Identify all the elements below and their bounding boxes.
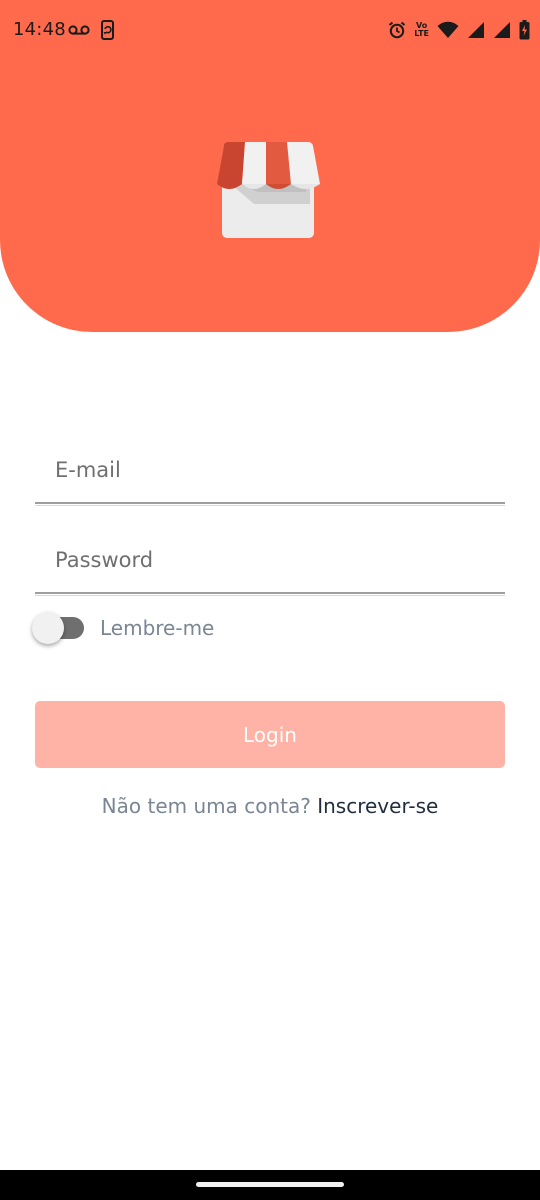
status-bar: 14:48 Vo LTE (0, 0, 540, 60)
signup-question: Não tem uma conta? (101, 794, 318, 818)
signup-link[interactable]: Inscrever-se (317, 794, 438, 818)
email-underline (35, 502, 505, 504)
alarm-icon (388, 21, 406, 39)
battery-charging-icon (519, 20, 530, 40)
password-field[interactable] (35, 526, 505, 596)
volte-bottom-text: LTE (414, 29, 429, 38)
home-indicator[interactable] (196, 1182, 344, 1187)
password-input[interactable] (35, 526, 505, 592)
voicemail-icon (68, 23, 90, 37)
phone-sync-icon (100, 20, 116, 40)
email-field[interactable] (35, 436, 505, 506)
store-icon (214, 140, 324, 242)
wifi-icon (437, 21, 459, 39)
remember-me-switch[interactable] (30, 610, 86, 646)
signal-icon (493, 21, 511, 39)
volte-icon: Vo LTE (414, 22, 429, 38)
remember-me-row: Lembre-me (30, 610, 290, 646)
status-time: 14:48 (13, 19, 66, 40)
email-input[interactable] (35, 436, 505, 502)
email-underline-shadow (35, 505, 505, 506)
navigation-bar (0, 1170, 540, 1200)
remember-me-label: Lembre-me (100, 616, 215, 640)
switch-thumb[interactable] (32, 612, 64, 644)
login-button[interactable]: Login (35, 701, 505, 768)
password-underline (35, 592, 505, 594)
signal-icon (467, 21, 485, 39)
signup-prompt: Não tem uma conta? Inscrever-se (0, 794, 540, 818)
password-underline-shadow (35, 595, 505, 596)
login-screen: 14:48 Vo LTE E-mail Lembre-me Login Não … (0, 0, 540, 1200)
